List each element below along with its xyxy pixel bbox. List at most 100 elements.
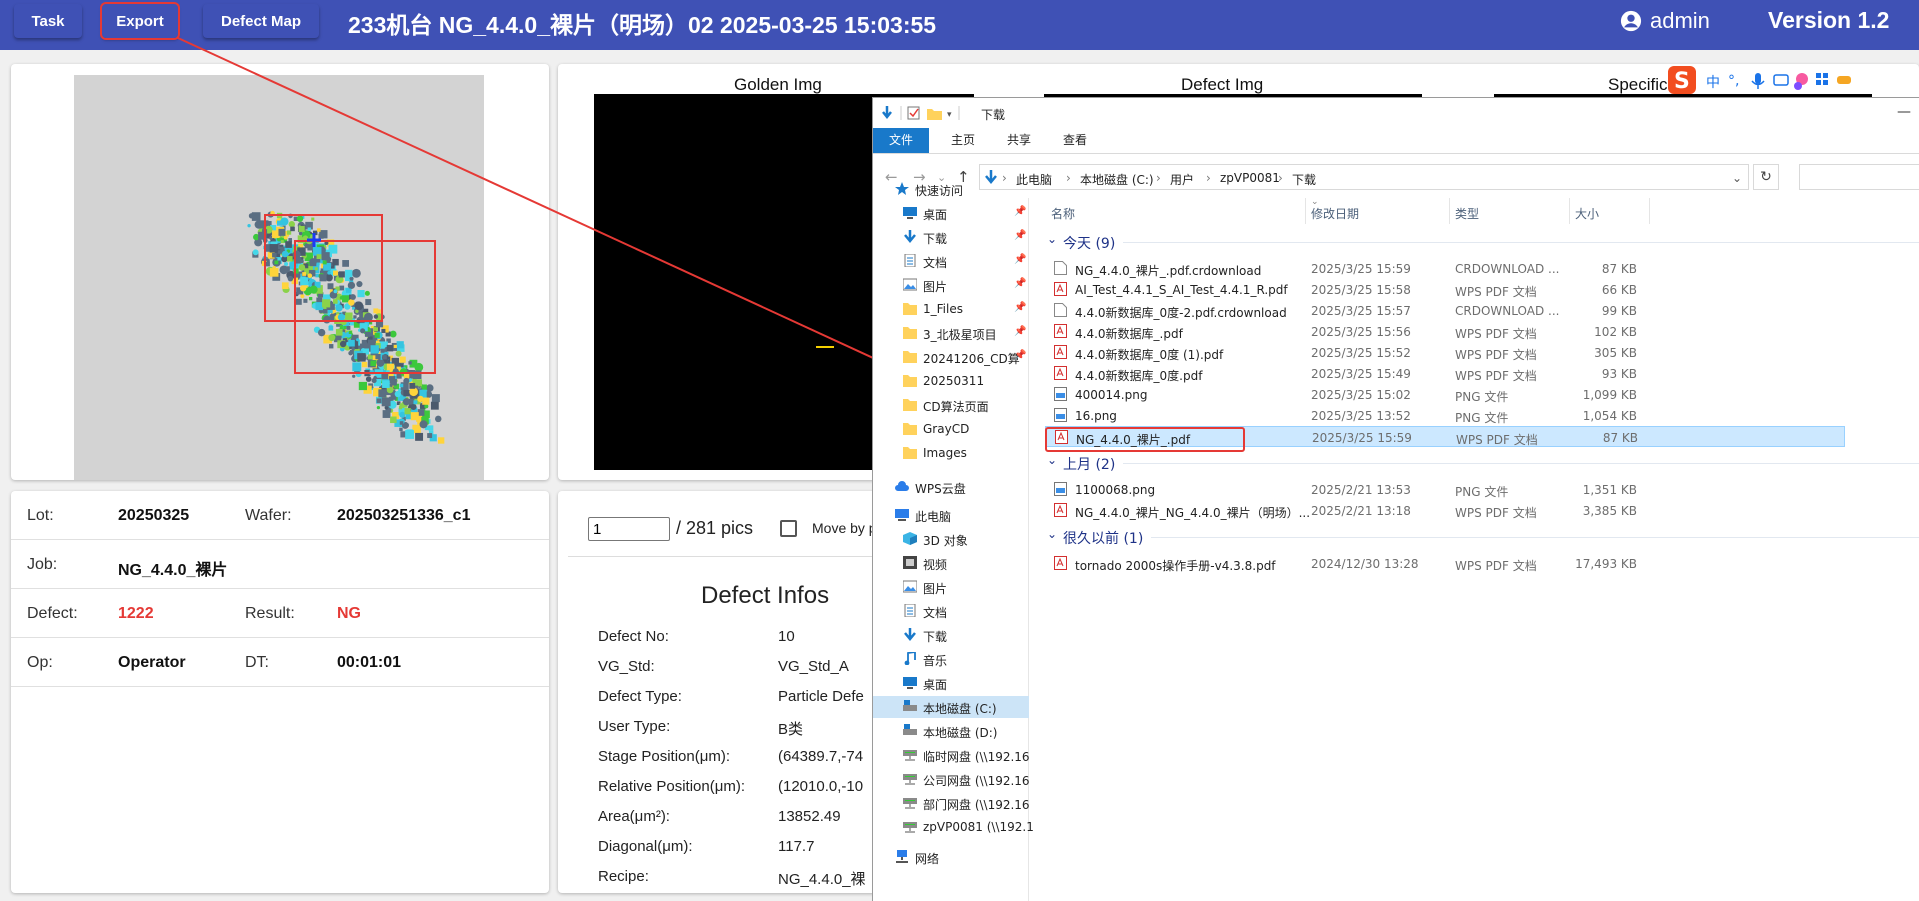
nav-item[interactable]: Images: [873, 442, 1029, 464]
nav-item[interactable]: WPS云盘: [873, 476, 1029, 498]
quick-access-toolbar[interactable]: ▾: [881, 104, 973, 122]
minimize-button[interactable]: —: [1897, 104, 1911, 120]
nav-item[interactable]: 文档 📌: [873, 250, 1029, 272]
nav-item[interactable]: 下载: [873, 624, 1029, 646]
file-row[interactable]: 4.4.0新数据库_0度-2.pdf.crdownload 2025/3/25 1…: [1045, 300, 1845, 321]
download-icon: [903, 628, 917, 641]
pin-icon[interactable]: 📌: [1014, 206, 1026, 217]
folder-icon: [903, 398, 917, 411]
file-name: tornado 2000s操作手册-v4.3.8.pdf: [1075, 559, 1276, 573]
file-row[interactable]: NG_4.4.0_裸片_.pdf.crdownload 2025/3/25 15:…: [1045, 258, 1845, 279]
svg-text:S: S: [1674, 69, 1690, 94]
file-row[interactable]: tornado 2000s操作手册-v4.3.8.pdf 2024/12/30 1…: [1045, 553, 1845, 574]
file-date: 2025/3/25 15:57: [1311, 304, 1411, 318]
nav-item[interactable]: 桌面 📌: [873, 202, 1029, 224]
file-row[interactable]: 1100068.png 2025/2/21 13:53 PNG 文件 1,351 KB: [1045, 479, 1845, 500]
nav-item[interactable]: 3D 对象: [873, 528, 1029, 550]
nav-item[interactable]: 网络: [873, 846, 1029, 868]
file-size: 102 KB: [1594, 325, 1637, 339]
breadcrumb-users[interactable]: 用户: [1170, 171, 1194, 188]
nav-item[interactable]: 1_Files 📌: [873, 298, 1029, 320]
file-name: 16.png: [1075, 409, 1117, 423]
network-drive-icon: [903, 820, 917, 833]
nav-item[interactable]: 部门网盘 (\\192.16: [873, 792, 1030, 814]
drive-icon: [903, 700, 917, 713]
file-row[interactable]: 4.4.0新数据库_0度.pdf 2025/3/25 15:49 WPS PDF 文…: [1045, 363, 1845, 384]
tab-file[interactable]: 文件: [873, 128, 929, 153]
file-size: 99 KB: [1601, 304, 1637, 318]
desktop-icon: [903, 206, 917, 219]
search-input[interactable]: [1799, 164, 1919, 190]
refresh-icon[interactable]: ↻: [1753, 164, 1779, 190]
file-row[interactable]: 16.png 2025/3/25 13:52 PNG 文件 1,054 KB: [1045, 405, 1845, 426]
nav-item[interactable]: 3_北极星项目 📌: [873, 322, 1029, 344]
tab-view[interactable]: 查看: [1049, 128, 1101, 153]
folder-icon: [903, 302, 917, 315]
nav-item-label: 临时网盘 (\\192.16: [923, 750, 1030, 764]
pin-icon[interactable]: 📌: [1014, 350, 1026, 361]
nav-item-label: 文档: [923, 606, 948, 620]
file-row[interactable]: 4.4.0新数据库_0度 (1).pdf 2025/3/25 15:52 WPS P…: [1045, 342, 1845, 363]
column-date[interactable]: 修改日期: [1311, 205, 1359, 222]
address-dropdown-icon[interactable]: ⌄: [1732, 171, 1742, 185]
nav-item[interactable]: 临时网盘 (\\192.16: [873, 744, 1030, 766]
pin-icon[interactable]: 📌: [1014, 278, 1026, 289]
address-bar[interactable]: › 此电脑 › 本地磁盘 (C:) › 用户 › zpVP0081 › 下载 ⌄: [979, 164, 1749, 190]
nav-item[interactable]: 20241206_CD算 📌: [873, 346, 1029, 368]
ime-mode[interactable]: 中: [1706, 75, 1720, 91]
file-row[interactable]: NG_4.4.0_裸片_NG_4.4.0_裸片（明场）... 2025/2/21 …: [1045, 500, 1845, 521]
folder-icon: [903, 326, 917, 339]
file-name: 4.4.0新数据库_0度.pdf: [1075, 369, 1203, 383]
file-row[interactable]: 4.4.0新数据库_.pdf 2025/3/25 15:56 WPS PDF 文档 1…: [1045, 321, 1845, 342]
file-group-header[interactable]: 很久以前 (1): [1063, 528, 1919, 548]
pin-icon[interactable]: 📌: [1014, 326, 1026, 337]
folder-icon: [903, 350, 917, 363]
column-type[interactable]: 类型: [1455, 205, 1479, 222]
pin-icon[interactable]: 📌: [1014, 254, 1026, 265]
cloud-icon: [895, 480, 909, 493]
file-size: 87 KB: [1602, 431, 1638, 445]
tab-home[interactable]: 主页: [937, 128, 989, 153]
network-drive-icon: [903, 748, 917, 761]
group-collapse-icon[interactable]: ⌄: [1047, 232, 1057, 246]
nav-item[interactable]: CD算法页面: [873, 394, 1029, 416]
star-icon: [895, 182, 909, 195]
breadcrumb-user[interactable]: zpVP0081: [1220, 171, 1280, 185]
nav-item[interactable]: 本地磁盘 (C:): [873, 696, 1029, 718]
tab-share[interactable]: 共享: [993, 128, 1045, 153]
file-name: 1100068.png: [1075, 483, 1156, 497]
nav-item[interactable]: zpVP0081 (\\192.1: [873, 816, 1034, 838]
group-collapse-icon[interactable]: ⌄: [1047, 453, 1057, 467]
nav-item[interactable]: 下载 📌: [873, 226, 1029, 248]
nav-item[interactable]: 图片 📌: [873, 274, 1029, 296]
file-group-header[interactable]: 上月 (2): [1063, 454, 1919, 474]
breadcrumb-drive-c[interactable]: 本地磁盘 (C:): [1080, 171, 1154, 188]
nav-item[interactable]: 公司网盘 (\\192.16: [873, 768, 1030, 790]
nav-item[interactable]: GrayCD: [873, 418, 1029, 440]
file-group-header[interactable]: 今天 (9): [1063, 233, 1919, 253]
file-row[interactable]: 400014.png 2025/3/25 15:02 PNG 文件 1,099 KB: [1045, 384, 1845, 405]
file-row[interactable]: AI_Test_4.4.1_S_AI_Test_4.4.1_R.pdf 2025/…: [1045, 279, 1845, 300]
music-icon: [903, 650, 917, 666]
file-type: WPS PDF 文档: [1455, 348, 1537, 362]
nav-item[interactable]: 桌面: [873, 672, 1029, 694]
nav-item[interactable]: 图片: [873, 576, 1029, 598]
nav-item[interactable]: 快速访问: [873, 178, 1029, 200]
pin-icon[interactable]: 📌: [1014, 302, 1026, 313]
column-size[interactable]: 大小: [1575, 205, 1599, 222]
nav-item[interactable]: 20250311: [873, 370, 1029, 392]
nav-item[interactable]: 本地磁盘 (D:): [873, 720, 1029, 742]
group-collapse-icon[interactable]: ⌄: [1047, 527, 1057, 541]
ime-toolbar[interactable]: S 中 °,: [1662, 64, 1872, 100]
file-size: 1,351 KB: [1582, 483, 1637, 497]
column-name[interactable]: 名称: [1051, 205, 1075, 222]
nav-item[interactable]: 此电脑: [873, 504, 1029, 526]
pin-icon[interactable]: 📌: [1014, 230, 1026, 241]
nav-item-label: 3_北极星项目: [923, 328, 997, 342]
pdf-icon: [1054, 282, 1067, 296]
breadcrumb-downloads[interactable]: 下载: [1292, 171, 1316, 188]
nav-item[interactable]: 视频: [873, 552, 1029, 574]
nav-item[interactable]: 文档: [873, 600, 1029, 622]
nav-item[interactable]: 音乐: [873, 648, 1029, 670]
nav-item-label: 20250311: [923, 374, 985, 388]
